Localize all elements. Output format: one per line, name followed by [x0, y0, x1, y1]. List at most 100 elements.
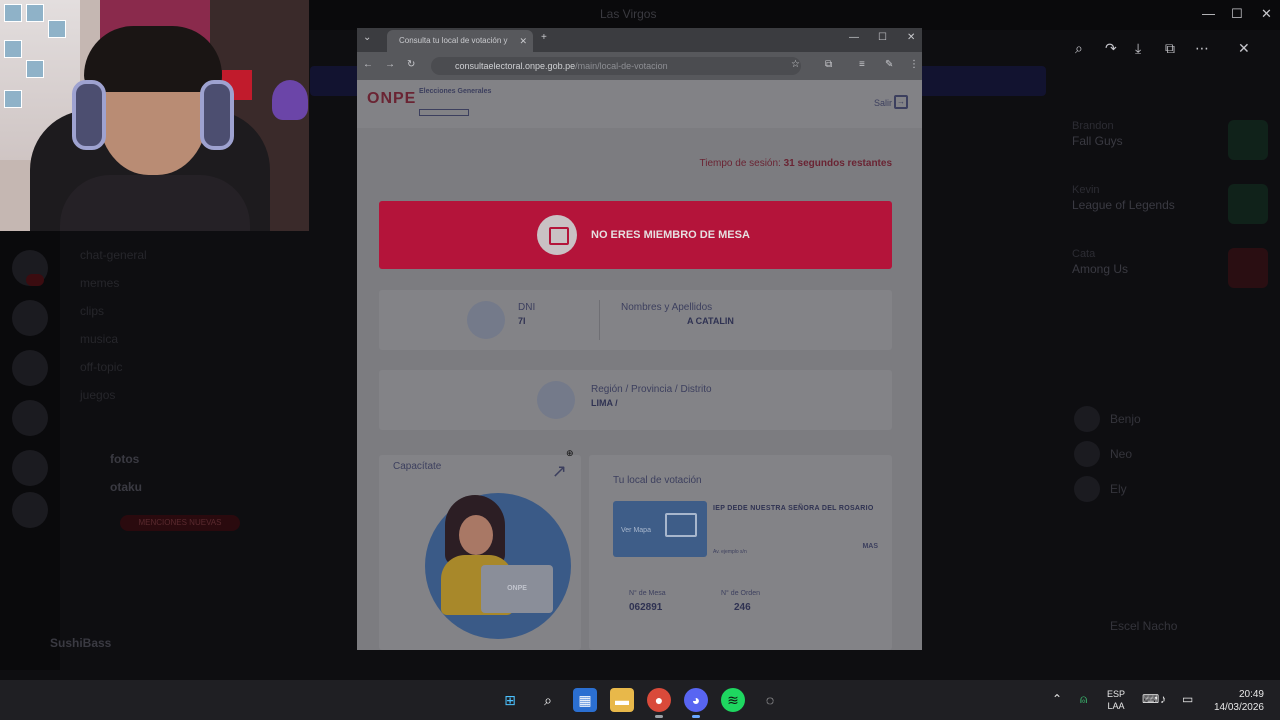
volume-icon[interactable]: ♪	[1160, 692, 1166, 706]
member-name[interactable]: Ely	[1110, 482, 1127, 496]
extensions-icon[interactable]: ⧉	[825, 59, 832, 70]
photo	[4, 90, 22, 108]
username[interactable]: SushiBass	[50, 636, 111, 650]
close-icon[interactable]: ✕	[907, 32, 915, 43]
onpe-header: ONPE Elecciones Generales Salir →	[357, 80, 922, 128]
avatar[interactable]	[1074, 441, 1100, 467]
server-icon[interactable]	[12, 492, 48, 528]
member-name[interactable]: Neo	[1110, 447, 1132, 461]
maximize-icon[interactable]: ☐	[878, 32, 887, 43]
forward-icon[interactable]: ↷	[1105, 40, 1117, 57]
webcam-overlay	[0, 0, 309, 231]
spotify-icon[interactable]: ≋	[721, 688, 745, 712]
close-tab-icon[interactable]: ✕	[519, 30, 527, 52]
start-icon[interactable]: ⊞	[498, 688, 522, 712]
names-value: A CATALIN	[687, 316, 734, 326]
ballot-box-icon	[537, 215, 577, 255]
reading-list-icon[interactable]: ≡	[859, 59, 865, 70]
activity-user: Cata	[1072, 248, 1096, 260]
headset-right	[200, 80, 234, 150]
game-thumbnail	[1228, 184, 1268, 224]
search-icon[interactable]: ⌕	[536, 688, 560, 712]
browser-tab[interactable]: Consulta tu local de votación y ✕	[387, 30, 533, 52]
activity-user: Brandon	[1072, 120, 1114, 132]
back-icon[interactable]: ←	[363, 59, 373, 70]
avatar[interactable]	[1074, 476, 1100, 502]
clock[interactable]: 20:49 14/03/2026	[1206, 688, 1264, 714]
new-mentions-pill[interactable]: MENCIONES NUEVAS	[120, 515, 240, 531]
illustration-laptop: ONPE	[481, 565, 553, 613]
mesa-label: N° de Mesa	[629, 590, 666, 597]
capacitate-card[interactable]: Capacítate ↗ ONPE	[379, 455, 581, 650]
popout-icon[interactable]: ⧉	[1165, 40, 1175, 57]
headset-left	[72, 80, 106, 150]
lang-bottom: LAA	[1107, 701, 1125, 711]
more-info-link[interactable]: MAS	[862, 543, 878, 550]
reload-icon[interactable]: ↻	[407, 59, 415, 70]
game-thumbnail	[1228, 120, 1268, 160]
tab-bar: ⌄ Consulta tu local de votación y ✕ + — …	[357, 28, 922, 52]
close-icon[interactable]: ✕	[1261, 6, 1272, 22]
tab-search-icon[interactable]: ⌄	[363, 32, 371, 43]
map-button[interactable]: Ver Mapa	[613, 501, 707, 557]
channel-item[interactable]: memes	[80, 276, 119, 290]
channel-item[interactable]: musica	[80, 332, 118, 346]
discord-icon[interactable]: ◕	[684, 688, 708, 712]
external-arrow-icon[interactable]: ↗	[552, 461, 567, 482]
maximize-icon[interactable]: ☐	[1231, 6, 1243, 22]
battery-icon[interactable]: ▭	[1182, 692, 1193, 706]
category-item[interactable]: otaku	[110, 480, 142, 494]
status-banner-text: NO ERES MIEMBRO DE MESA	[591, 229, 750, 241]
logout-label[interactable]: Salir	[874, 98, 892, 108]
server-icon[interactable]	[12, 350, 48, 386]
channel-item[interactable]: off-topic	[80, 360, 122, 374]
illustration-face	[459, 515, 493, 555]
forward-icon[interactable]: →	[385, 59, 395, 70]
photo	[48, 20, 66, 38]
url-input[interactable]: consultaelectoral.onpe.gob.pe/main/local…	[431, 57, 801, 75]
search-icon[interactable]: ⌕	[1075, 40, 1083, 57]
member-name[interactable]: Benjo	[1110, 412, 1141, 426]
new-tab-icon[interactable]: +	[541, 32, 547, 43]
chevron-up-icon[interactable]: ⌃	[1052, 692, 1062, 706]
election-date-box	[419, 109, 469, 116]
close-viewer-icon[interactable]: ✕	[1238, 40, 1250, 57]
plush	[272, 80, 308, 120]
mesa-value: 062891	[629, 602, 663, 613]
category-item[interactable]: fotos	[110, 452, 139, 466]
server-icon[interactable]	[12, 400, 48, 436]
channel-item[interactable]: juegos	[80, 388, 115, 402]
map-button-label: Ver Mapa	[621, 527, 651, 534]
menu-icon[interactable]: ⋮	[909, 59, 919, 70]
discord-window-title: Las Virgos	[600, 7, 657, 21]
onpe-logo[interactable]: ONPE	[367, 90, 416, 108]
file-explorer-icon[interactable]: ▬	[610, 688, 634, 712]
microphone-icon[interactable]: ⍝	[1080, 692, 1087, 707]
more-icon[interactable]: ⋯	[1195, 40, 1209, 57]
divider	[599, 300, 600, 340]
region-label: Región / Provincia / Distrito	[591, 384, 712, 395]
app-icon[interactable]: ◌	[758, 688, 782, 712]
taskbar: ⊞ ⌕ ▦ ▬ ● ◕ ≋ ◌	[0, 680, 1280, 720]
orden-label: N° de Orden	[721, 590, 760, 597]
profile-icon[interactable]: ✎	[885, 59, 893, 70]
activity-game: League of Legends	[1072, 198, 1175, 212]
minimize-icon[interactable]: —	[1202, 6, 1215, 21]
download-icon[interactable]: ⤓	[1135, 40, 1141, 57]
server-icon[interactable]	[12, 300, 48, 336]
avatar[interactable]	[1074, 406, 1100, 432]
language-indicator[interactable]: ESP LAA	[1107, 688, 1125, 712]
capacitate-label[interactable]: Capacítate	[393, 461, 441, 472]
store-icon[interactable]: ▦	[573, 688, 597, 712]
shirt	[60, 175, 250, 231]
minimize-icon[interactable]: —	[849, 32, 859, 43]
tab-title: Consulta tu local de votación y	[399, 36, 508, 45]
chrome-icon[interactable]: ●	[647, 688, 671, 712]
channel-item[interactable]: clips	[80, 304, 104, 318]
server-icon[interactable]	[12, 450, 48, 486]
channel-item[interactable]: chat-general	[80, 248, 147, 262]
bookmark-star-icon[interactable]: ☆	[791, 59, 800, 70]
server-list	[0, 230, 60, 670]
network-icon[interactable]: ⌨	[1142, 692, 1159, 706]
logout-icon[interactable]: →	[894, 95, 908, 109]
